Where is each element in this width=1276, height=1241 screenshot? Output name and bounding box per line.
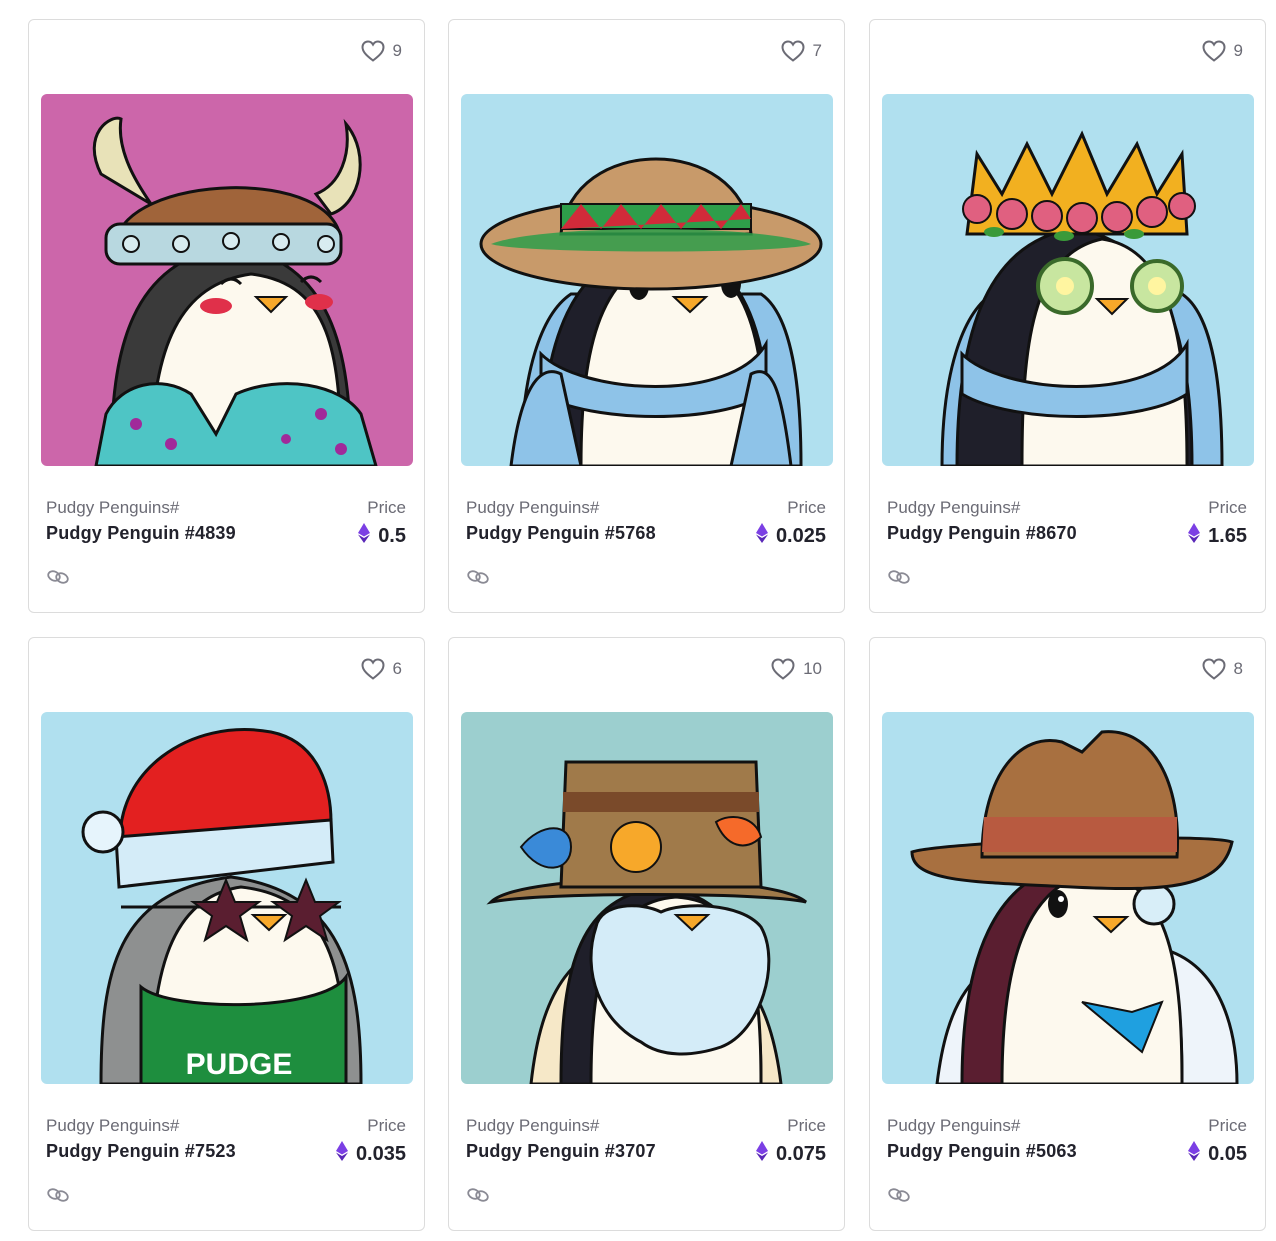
ethereum-icon bbox=[1188, 523, 1201, 549]
like-button[interactable]: 10 bbox=[771, 658, 822, 680]
price-label: Price bbox=[787, 498, 826, 517]
price-label: Price bbox=[1208, 498, 1247, 517]
collection-name: Pudgy Penguins# bbox=[46, 1116, 180, 1135]
like-count: 7 bbox=[812, 41, 822, 60]
nft-card[interactable]: 9 Pudgy Penguins# Pudgy Penguin #8670 Pr… bbox=[869, 19, 1266, 613]
nft-card[interactable]: 9 Pudgy Penguins# Pudgy Penguin #4839 Pr… bbox=[28, 19, 425, 613]
token-name[interactable]: Pudgy Penguin #5768 bbox=[466, 523, 656, 544]
heart-outline-icon bbox=[781, 40, 805, 62]
chain-link-icon[interactable] bbox=[467, 1187, 489, 1208]
token-name[interactable]: Pudgy Penguin #7523 bbox=[46, 1141, 236, 1162]
chain-link-icon[interactable] bbox=[467, 569, 489, 590]
price-value: 0.075 bbox=[755, 1141, 826, 1167]
nft-card[interactable]: 7 Pudgy Penguins# Pudgy Penguin #5768 Pr… bbox=[448, 19, 845, 613]
heart-outline-icon bbox=[361, 658, 385, 680]
price-label: Price bbox=[367, 498, 406, 517]
nft-image[interactable] bbox=[41, 94, 413, 466]
like-count: 6 bbox=[392, 659, 402, 678]
nft-image[interactable]: PUDGE bbox=[41, 712, 413, 1084]
chain-link-icon[interactable] bbox=[47, 569, 69, 590]
heart-outline-icon bbox=[771, 658, 795, 680]
collection-name: Pudgy Penguins# bbox=[887, 1116, 1021, 1135]
apron-text: PUDGE bbox=[186, 1048, 293, 1081]
nft-card[interactable]: 8 Pudgy Penguins# Pudgy Penguin #5063 Pr… bbox=[869, 637, 1266, 1231]
nft-image[interactable] bbox=[461, 94, 833, 466]
price-label: Price bbox=[1208, 1116, 1247, 1135]
ethereum-icon bbox=[1188, 1141, 1201, 1167]
nft-card[interactable]: 6 PUDGE Pudgy Penguins# Pudgy Penguin #7… bbox=[28, 637, 425, 1231]
price-value: 0.05 bbox=[1188, 1141, 1247, 1167]
heart-outline-icon bbox=[361, 40, 385, 62]
collection-name: Pudgy Penguins# bbox=[46, 498, 180, 517]
heart-outline-icon bbox=[1202, 40, 1226, 62]
token-name[interactable]: Pudgy Penguin #5063 bbox=[887, 1141, 1077, 1162]
like-count: 9 bbox=[1233, 41, 1243, 60]
like-count: 8 bbox=[1233, 659, 1243, 678]
price-amount: 0.075 bbox=[775, 1142, 826, 1165]
nft-card[interactable]: 10 Pudgy Penguins# Pudgy Penguin #3707 P… bbox=[448, 637, 845, 1231]
chain-link-icon[interactable] bbox=[888, 569, 910, 590]
nft-image[interactable] bbox=[461, 712, 833, 1084]
ethereum-icon bbox=[335, 1141, 348, 1167]
price-label: Price bbox=[367, 1116, 406, 1135]
price-amount: 0.5 bbox=[378, 524, 406, 547]
collection-name: Pudgy Penguins# bbox=[466, 498, 600, 517]
price-label: Price bbox=[787, 1116, 826, 1135]
chain-link-icon[interactable] bbox=[47, 1187, 69, 1208]
nft-image[interactable] bbox=[882, 94, 1254, 466]
ethereum-icon bbox=[755, 523, 768, 549]
like-button[interactable]: 8 bbox=[1202, 658, 1243, 680]
nft-image[interactable] bbox=[882, 712, 1254, 1084]
collection-name: Pudgy Penguins# bbox=[887, 498, 1021, 517]
token-name[interactable]: Pudgy Penguin #8670 bbox=[887, 523, 1077, 544]
price-amount: 0.025 bbox=[775, 524, 826, 547]
ethereum-icon bbox=[755, 1141, 768, 1167]
heart-outline-icon bbox=[1202, 658, 1226, 680]
token-name[interactable]: Pudgy Penguin #4839 bbox=[46, 523, 236, 544]
price-value: 0.5 bbox=[358, 523, 406, 549]
price-value: 0.025 bbox=[755, 523, 826, 549]
like-button[interactable]: 6 bbox=[361, 658, 402, 680]
price-value: 0.035 bbox=[335, 1141, 406, 1167]
ethereum-icon bbox=[358, 523, 371, 549]
token-name[interactable]: Pudgy Penguin #3707 bbox=[466, 1141, 656, 1162]
price-amount: 0.05 bbox=[1208, 1142, 1247, 1165]
like-count: 10 bbox=[803, 659, 822, 678]
price-amount: 0.035 bbox=[355, 1142, 406, 1165]
price-amount: 1.65 bbox=[1208, 524, 1247, 547]
collection-name: Pudgy Penguins# bbox=[466, 1116, 600, 1135]
price-value: 1.65 bbox=[1188, 523, 1247, 549]
like-button[interactable]: 7 bbox=[781, 40, 822, 62]
chain-link-icon[interactable] bbox=[888, 1187, 910, 1208]
like-count: 9 bbox=[392, 41, 402, 60]
like-button[interactable]: 9 bbox=[1202, 40, 1243, 62]
like-button[interactable]: 9 bbox=[361, 40, 402, 62]
